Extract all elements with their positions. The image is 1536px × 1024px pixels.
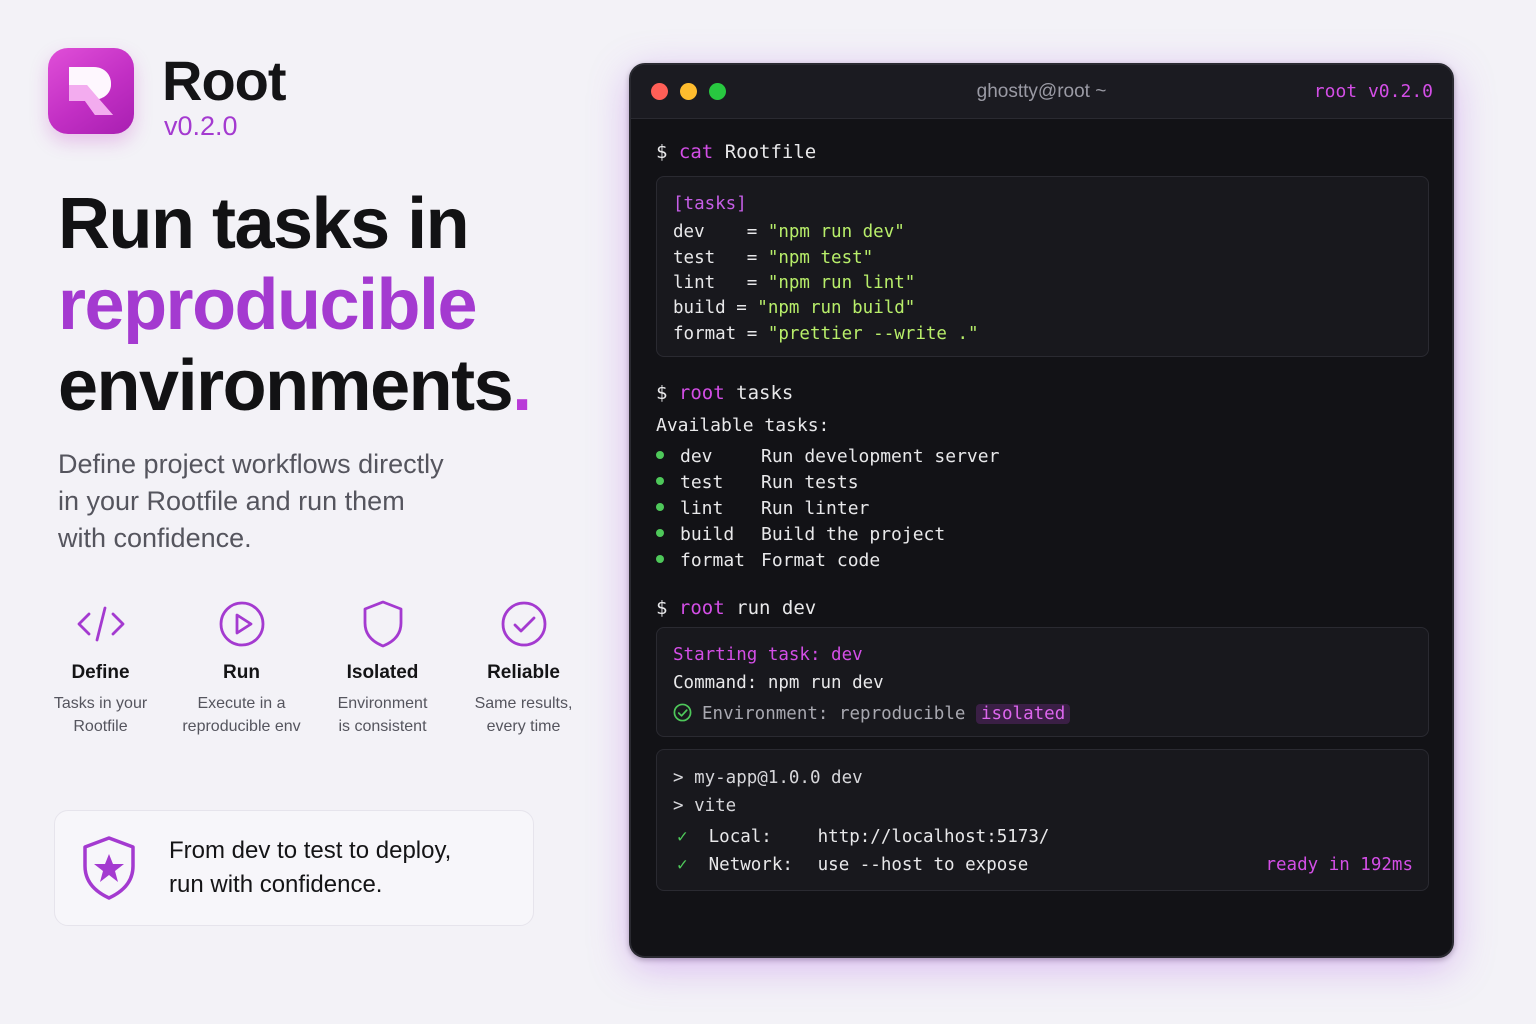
prompt-line: $ root run dev [656,597,817,619]
starting-task-line: Starting task: dev [673,645,863,665]
feature-desc: Tasks in your Rootfile [53,695,148,735]
isolated-badge: isolated [975,704,1071,724]
environment-line: Environment: reproducible isolated [673,703,1071,724]
code-icon [30,596,171,652]
feature-list: Define Tasks in your Rootfile Run Execute… [30,596,594,738]
feature-desc: Same results, every time [474,695,573,735]
terminal-window[interactable]: ghostty@root ~ root v0.2.0 $ cat Rootfil… [629,63,1454,958]
rootfile-entry: dev = "npm run dev" [673,222,905,242]
rootfile-entry: build = "npm run build" [673,298,916,318]
promo-line1: From dev to test to deploy, [169,837,452,864]
feature-title: Reliable [487,662,560,683]
subhead-line3: with confidence. [58,523,252,553]
ready-time: ready in 192ms [1265,855,1413,875]
brand-name: Root [162,49,287,112]
promo-card: From dev to test to deploy, run with con… [54,810,534,926]
headline-accent: reproducible [58,265,478,345]
vite-output: > my-app@1.0.0 dev > vite ✓ Local: http:/… [656,749,1429,891]
vite-line: > my-app@1.0.0 dev [673,768,863,788]
feature-isolated: Isolated Environment is consistent [312,596,453,738]
feature-title: Isolated [346,662,419,683]
feature-title: Define [71,662,130,683]
terminal-version: root v0.2.0 [1313,81,1433,102]
task-item: build Build the project [656,524,945,545]
brand-version: v0.2.0 [164,111,238,141]
task-item: test Run tests [656,472,859,493]
task-item: format Format code [656,550,880,571]
vite-line: > vite [673,796,737,816]
promo-text: From dev to test to deploy, run with con… [169,834,451,902]
network-line: ✓ Network: use --host to expose [677,855,1029,875]
feature-desc: Execute in a reproducible env [182,695,301,735]
headline: Run tasks in reproducible environments. [58,184,532,427]
shield-icon [312,596,453,652]
tasks-header: Available tasks: [656,415,830,436]
terminal-titlebar[interactable]: ghostty@root ~ root v0.2.0 [631,65,1452,119]
rootfile-section: [tasks] [673,194,747,214]
headline-line1: Run tasks in [58,184,470,264]
rootfile-entry: test = "npm test" [673,248,874,268]
check-circle-icon [453,596,594,652]
task-item: dev Run development server [656,446,999,467]
rootfile-output: [tasks] dev = "npm run dev" test = "npm … [656,176,1429,357]
prompt-line: $ cat Rootfile [656,141,817,163]
headline-line3-text: environments [58,346,514,426]
headline-line3: environments. [58,346,532,427]
rootfile-entry: lint = "npm run lint" [673,273,916,293]
feature-define: Define Tasks in your Rootfile [30,596,171,738]
run-output: Starting task: dev Command: npm run dev … [656,627,1429,737]
prompt-line: $ root tasks [656,382,794,404]
local-url-line[interactable]: ✓ Local: http://localhost:5173/ [677,827,1049,847]
command-line: Command: npm run dev [673,673,884,693]
subhead-line1: Define project workflows directly [58,449,444,479]
headline-dot: . [512,346,532,426]
feature-run: Run Execute in a reproducible env [171,596,312,738]
subhead: Define project workflows directly in you… [58,446,498,557]
brand-header: Root v0.2.0 [48,48,287,141]
play-circle-icon [171,596,312,652]
check-circle-icon [673,703,692,722]
promo-line2: run with confidence. [169,871,383,898]
feature-desc: Environment is consistent [337,695,428,735]
rootfile-entry: format = "prettier --write ." [673,324,979,344]
task-item: lint Run linter [656,498,869,519]
root-logo-icon [48,48,134,134]
subhead-line2: in your Rootfile and run them [58,486,405,516]
shield-star-icon [77,834,141,902]
feature-title: Run [223,662,260,683]
feature-reliable: Reliable Same results, every time [453,596,594,738]
